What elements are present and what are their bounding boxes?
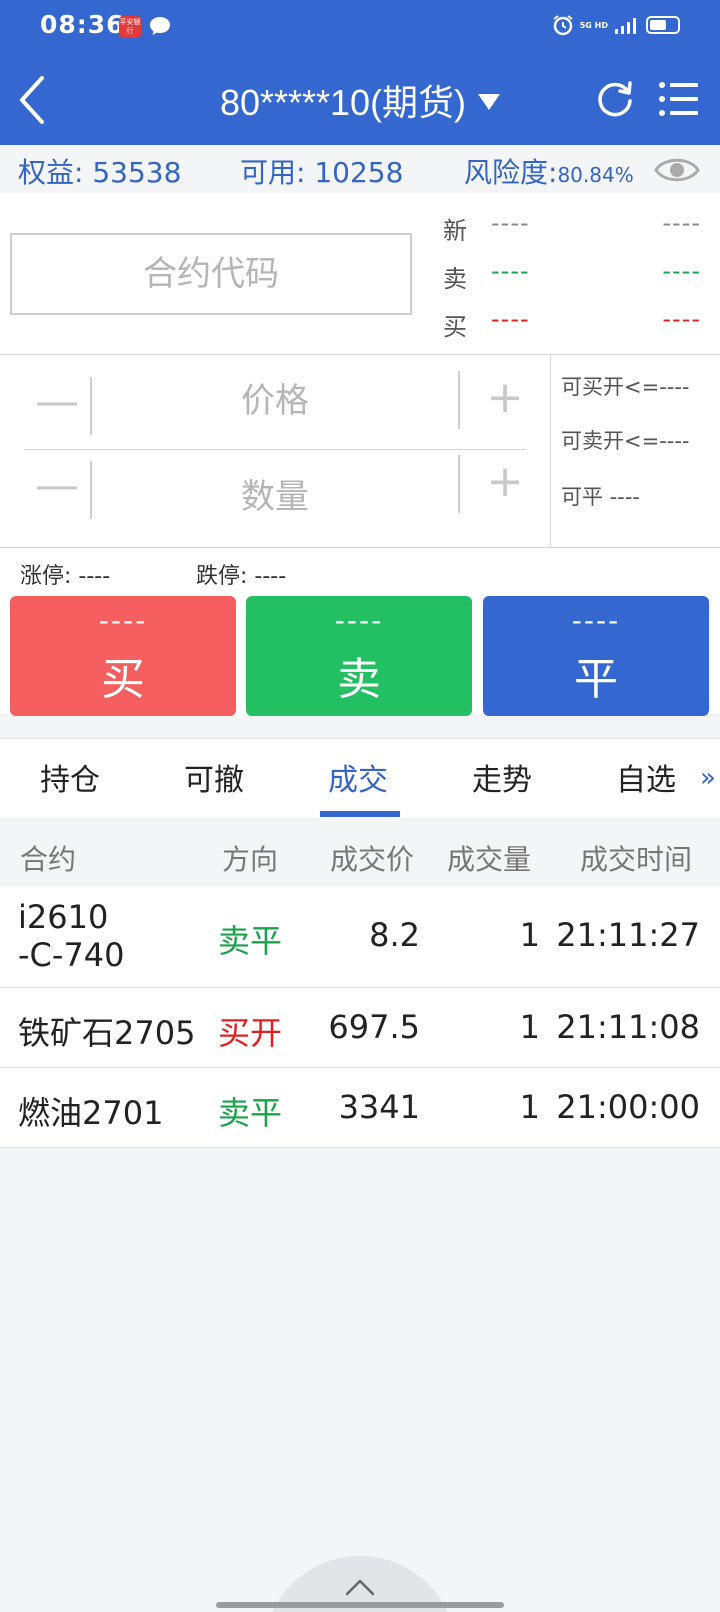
close-price: ---- [571,604,621,637]
alarm-icon [553,15,573,36]
tab-watchlist[interactable]: 自选 [616,755,676,799]
buy-label: 买 [101,654,145,705]
home-indicator[interactable] [216,1602,504,1608]
risk: 风险度:80.84% [464,151,634,191]
status-time: 08:36 [40,10,125,39]
network-label: 5G HD [579,20,608,30]
limit-prices: 涨停: ---- 跌停: ---- [0,548,720,594]
equity-value: 53538 [92,156,182,189]
quote-row-last: 新 ---- ---- [443,207,705,247]
direction-cell: 买开 [218,1014,283,1052]
risk-label: 风险度: [464,156,558,189]
available-quantity-panel: 可买开<=---- 可卖开<=---- 可平 ---- [550,355,720,548]
sell-button[interactable]: ---- 卖 [246,596,472,716]
direction-cell: 卖平 [218,1094,283,1132]
volume-cell: 1 [519,916,540,954]
quote-panel: 合约代码 新 ---- ---- 卖 ---- ---- 买 ---- ---- [0,193,720,355]
account-summary: 权益: 53538 可用: 10258 风险度:80.84% [0,145,720,193]
available: 可用: 10258 [240,151,403,191]
close-label: 平 [574,654,618,705]
contract-cell: 燃油2701 [18,1094,164,1132]
quantity-plus-button[interactable]: + [458,455,550,513]
quantity-input[interactable]: 数量 [92,451,458,543]
caret-down-icon [478,94,501,111]
price-input[interactable]: 价格 [92,355,458,447]
price-cell: 8.2 [369,916,420,954]
chevron-up-icon[interactable] [345,1578,375,1596]
eye-icon[interactable] [654,153,700,187]
available-label: 可用: [240,156,306,189]
can-sell-open: 可卖开<=---- [561,429,690,453]
table-row[interactable]: 铁矿石2705 买开 697.5 1 21:11:08 [0,988,720,1068]
contract-cell: i2610 -C-740 [18,898,125,974]
risk-value: 80.84% [557,163,634,187]
tab-bar: 持仓 可撤 成交 走势 自选 » [0,738,720,818]
price-cell: 3341 [338,1088,420,1126]
contract-code-input[interactable]: 合约代码 [10,233,412,315]
can-close: 可平 ---- [561,485,640,509]
quantity-stepper: — 数量 + [0,451,548,543]
sell-label: 卖 [337,654,381,705]
sell-price: ---- [334,604,384,637]
price-cell: 697.5 [328,1008,420,1046]
column-header: 合约 [20,843,77,876]
price-stepper: — 价格 + [0,355,548,447]
quote-value: ---- [662,209,701,237]
quote-label: 卖 [443,265,467,293]
quote-value: ---- [491,305,530,333]
quote-value: ---- [662,257,701,285]
buy-price: ---- [98,604,148,637]
tab-cancellable[interactable]: 可撤 [184,755,244,799]
table-row[interactable]: 燃油2701 卖平 3341 1 21:00:00 [0,1068,720,1148]
table-row[interactable]: i2610 -C-740 卖平 8.2 1 21:11:27 [0,886,720,988]
quote-value: ---- [491,257,530,285]
quote-row-bid: 买 ---- ---- [443,303,705,343]
equity: 权益: 53538 [18,151,181,191]
column-header: 成交量 [447,843,532,876]
trades-table-header: 合约 方向 成交价 成交量 成交时间 [0,826,720,886]
bank-app-icon: 平安银行 [119,16,141,38]
price-minus-button[interactable]: — [24,377,92,435]
time-cell: 21:11:27 [556,916,700,954]
divider [24,449,526,450]
limit-down: 跌停: ---- [196,564,287,589]
column-header: 成交时间 [580,843,693,876]
quote-value: ---- [491,209,530,237]
quote-value: ---- [662,305,701,333]
battery-icon [646,16,680,34]
volume-cell: 1 [519,1008,540,1046]
tab-positions[interactable]: 持仓 [40,755,100,799]
column-header: 方向 [222,843,279,876]
order-entry-panel: — 价格 + — 数量 + 可买开<=---- 可卖开<=---- 可平 ---… [0,355,720,548]
active-tab-indicator [320,811,400,817]
equity-label: 权益: [18,156,84,189]
limit-up: 涨停: ---- [20,564,111,589]
tab-trend[interactable]: 走势 [472,755,532,799]
quote-label: 买 [443,313,467,341]
more-tabs-icon[interactable]: » [700,763,716,793]
buy-button[interactable]: ---- 买 [10,596,236,716]
chat-icon [150,17,170,35]
column-header: 成交价 [330,843,415,876]
status-icons: 5G HD [552,14,680,36]
quote-row-ask: 卖 ---- ---- [443,255,705,295]
quantity-minus-button[interactable]: — [24,461,92,519]
time-cell: 21:11:08 [556,1008,700,1046]
price-plus-button[interactable]: + [458,371,550,429]
time-cell: 21:00:00 [556,1088,700,1126]
app-header: 08:36 平安银行 5G HD 80*****10(期货) [0,0,720,145]
refresh-icon[interactable] [594,78,636,120]
volume-cell: 1 [519,1088,540,1126]
tab-trades[interactable]: 成交 [328,755,388,799]
direction-cell: 卖平 [218,922,283,960]
quote-label: 新 [443,217,467,245]
available-value: 10258 [314,156,404,189]
contract-cell: 铁矿石2705 [18,1014,196,1052]
close-position-button[interactable]: ---- 平 [483,596,709,716]
signal-icon [615,18,636,34]
action-buttons: ---- 买 ---- 卖 ---- 平 [0,594,720,716]
can-buy-open: 可买开<=---- [561,375,690,399]
list-menu-icon[interactable] [658,80,700,118]
account-title: 80*****10(期货) [219,82,467,123]
